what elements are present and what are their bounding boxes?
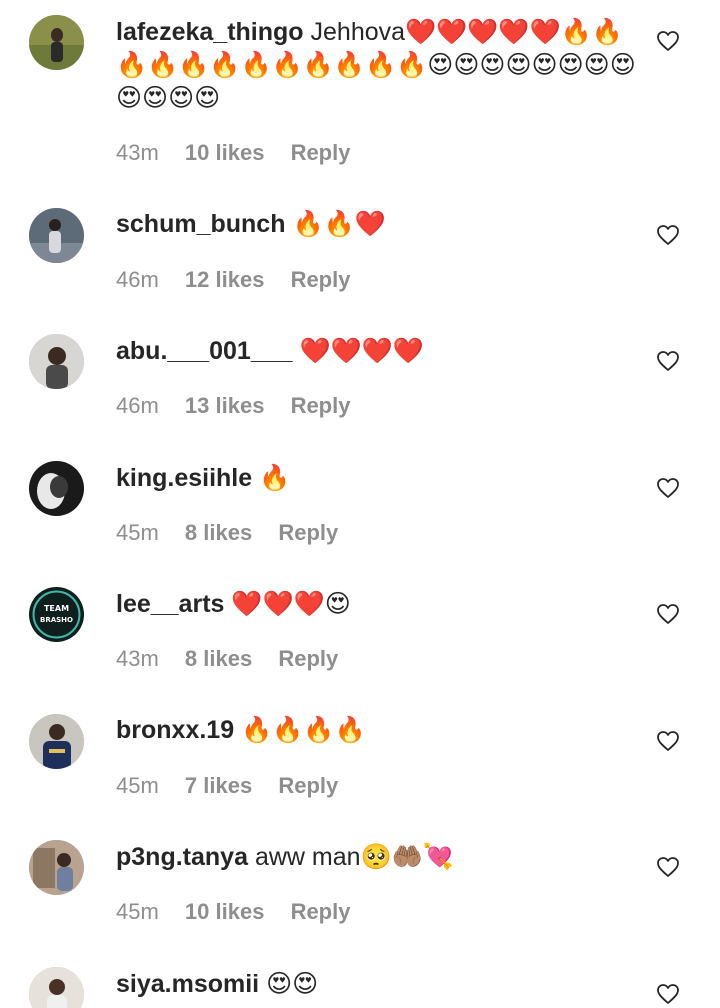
comment-meta: 43m 8 likes Reply xyxy=(116,646,358,672)
comment-meta: 43m 10 likes Reply xyxy=(116,140,370,166)
reply-button[interactable]: Reply xyxy=(278,773,338,798)
comment-text: abu.___001___ ❤️❤️❤️❤️ xyxy=(116,335,640,368)
likes-count[interactable]: 10 likes xyxy=(185,899,265,924)
avatar[interactable] xyxy=(29,461,84,516)
avatar[interactable] xyxy=(29,15,84,70)
comment-text: bronxx.19 🔥🔥🔥🔥 xyxy=(116,714,640,747)
comment-item: TEAM BRASHO lee__arts ❤️❤️❤️😍 43m 8 like… xyxy=(0,569,720,696)
reply-button[interactable]: Reply xyxy=(291,140,351,165)
comment-item: abu.___001___ ❤️❤️❤️❤️ 46m 13 likes Repl… xyxy=(0,316,720,443)
comment-item: king.esiihle 🔥 45m 8 likes Reply xyxy=(0,443,720,569)
comment-emojis: 😍😍 xyxy=(266,970,319,998)
likes-count[interactable]: 8 likes xyxy=(185,520,252,545)
heart-outline-icon[interactable] xyxy=(656,729,680,753)
comment-meta: 45m 8 likes Reply xyxy=(116,520,358,546)
timestamp: 43m xyxy=(116,646,159,671)
comment-text: schum_bunch 🔥🔥❤️ xyxy=(116,208,640,241)
comment-item: p3ng.tanya aww man🥺🤲🏽💘 45m 10 likes Repl… xyxy=(0,822,720,949)
comment-item: bronxx.19 🔥🔥🔥🔥 45m 7 likes Reply xyxy=(0,696,720,822)
username[interactable]: bronxx.19 xyxy=(116,716,234,744)
timestamp: 45m xyxy=(116,520,159,545)
reply-button[interactable]: Reply xyxy=(278,646,338,671)
likes-count[interactable]: 12 likes xyxy=(185,267,265,292)
comment-emojis: ❤️❤️❤️😍 xyxy=(231,590,351,618)
comment-body: aww man xyxy=(254,843,361,871)
likes-count[interactable]: 8 likes xyxy=(185,646,252,671)
comment-emojis: 🔥🔥🔥🔥 xyxy=(241,716,366,744)
likes-count[interactable]: 13 likes xyxy=(185,393,265,418)
avatar[interactable] xyxy=(29,208,84,263)
avatar[interactable]: TEAM BRASHO xyxy=(29,587,84,642)
comment-text: lafezeka_thingo Jehhova❤️❤️❤️❤️❤️🔥🔥🔥🔥🔥🔥🔥… xyxy=(116,16,640,115)
comment-text: lee__arts ❤️❤️❤️😍 xyxy=(116,588,640,621)
username[interactable]: lee__arts xyxy=(116,590,224,618)
comment-meta: 45m 10 likes Reply xyxy=(116,899,370,925)
heart-outline-icon[interactable] xyxy=(656,349,680,373)
comment-emojis: ❤️❤️❤️❤️ xyxy=(299,337,424,365)
avatar[interactable] xyxy=(29,840,84,895)
timestamp: 46m xyxy=(116,267,159,292)
comment-text: p3ng.tanya aww man🥺🤲🏽💘 xyxy=(116,841,640,874)
timestamp: 45m xyxy=(116,773,159,798)
heart-outline-icon[interactable] xyxy=(656,855,680,879)
username[interactable]: schum_bunch xyxy=(116,210,285,238)
heart-outline-icon[interactable] xyxy=(656,29,680,53)
reply-button[interactable]: Reply xyxy=(291,899,351,924)
avatar[interactable] xyxy=(29,714,84,769)
username[interactable]: siya.msomii xyxy=(116,970,259,998)
comment-item: lafezeka_thingo Jehhova❤️❤️❤️❤️❤️🔥🔥🔥🔥🔥🔥🔥… xyxy=(0,0,720,190)
comment-text: king.esiihle 🔥 xyxy=(116,462,640,495)
avatar[interactable] xyxy=(29,967,84,1008)
reply-button[interactable]: Reply xyxy=(278,520,338,545)
comment-body: Jehhova xyxy=(310,18,406,46)
comment-emojis: 🔥 xyxy=(259,464,291,492)
heart-outline-icon[interactable] xyxy=(656,982,680,1006)
likes-count[interactable]: 7 likes xyxy=(185,773,252,798)
comment-meta: 46m 12 likes Reply xyxy=(116,267,370,293)
avatar[interactable] xyxy=(29,334,84,389)
comment-meta: 45m 7 likes Reply xyxy=(116,773,358,799)
comment-item: schum_bunch 🔥🔥❤️ 46m 12 likes Reply xyxy=(0,190,720,316)
avatar-text: BRASHO xyxy=(40,616,73,624)
timestamp: 43m xyxy=(116,140,159,165)
username[interactable]: abu.___001___ xyxy=(116,337,293,365)
username[interactable]: p3ng.tanya xyxy=(116,843,248,871)
timestamp: 46m xyxy=(116,393,159,418)
heart-outline-icon[interactable] xyxy=(656,223,680,247)
reply-button[interactable]: Reply xyxy=(291,393,351,418)
avatar-text: TEAM xyxy=(44,604,69,613)
reply-button[interactable]: Reply xyxy=(291,267,351,292)
comment-text: siya.msomii 😍😍 xyxy=(116,968,640,1001)
username[interactable]: lafezeka_thingo xyxy=(116,18,304,46)
comment-meta: 46m 13 likes Reply xyxy=(116,393,370,419)
username[interactable]: king.esiihle xyxy=(116,464,252,492)
timestamp: 45m xyxy=(116,899,159,924)
comment-item: siya.msomii 😍😍 xyxy=(0,949,720,1008)
likes-count[interactable]: 10 likes xyxy=(185,140,265,165)
comment-emojis: 🔥🔥❤️ xyxy=(292,210,386,238)
heart-outline-icon[interactable] xyxy=(656,602,680,626)
heart-outline-icon[interactable] xyxy=(656,476,680,500)
comment-emojis: 🥺🤲🏽💘 xyxy=(360,843,454,871)
